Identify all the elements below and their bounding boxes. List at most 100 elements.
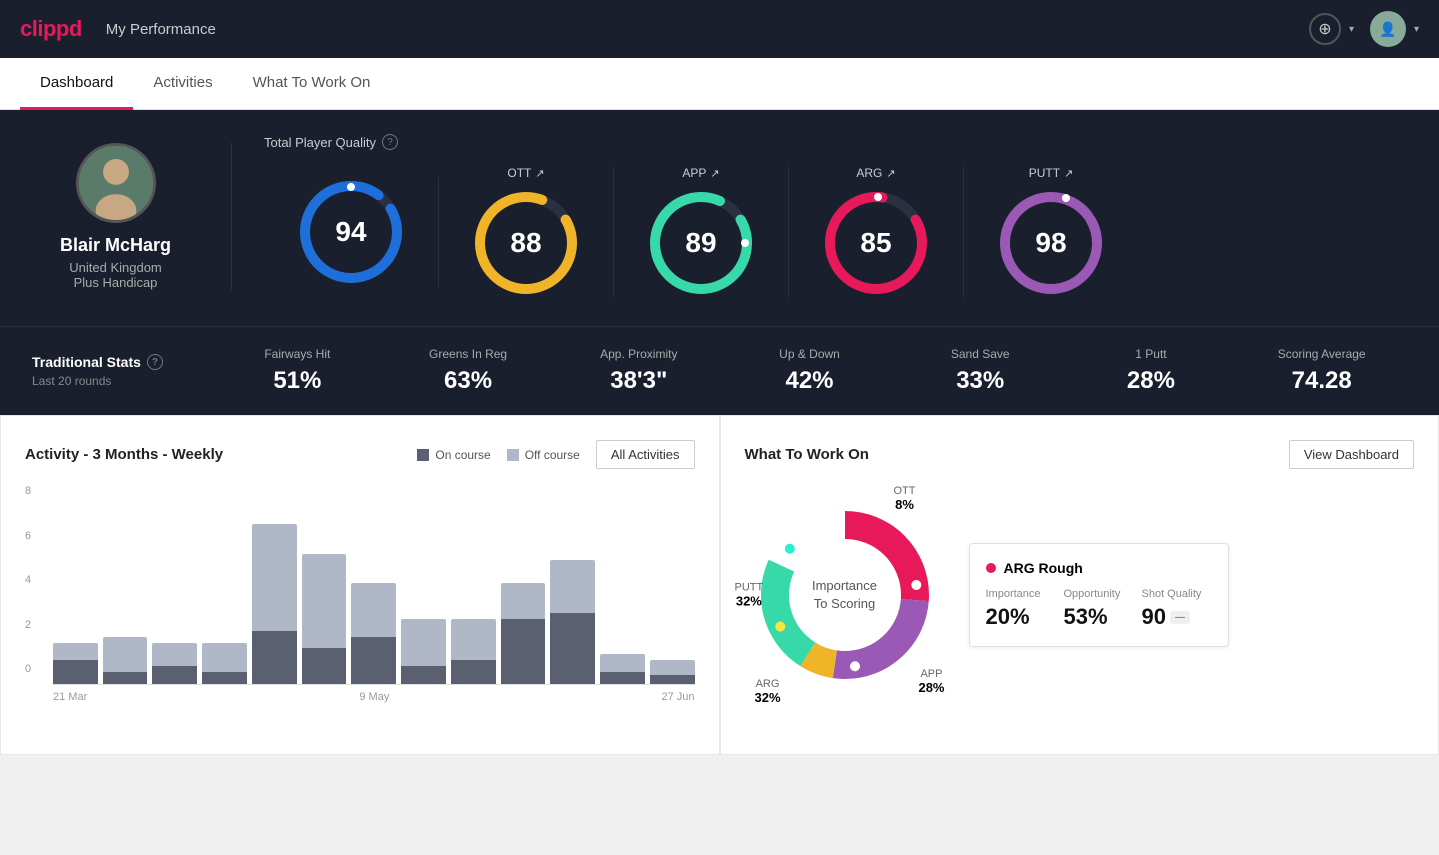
bar-group: [351, 485, 396, 684]
putt-ring-container: 98: [996, 188, 1106, 298]
tpq-label: Total Player Quality ?: [264, 134, 1407, 150]
on-course-bar: [550, 613, 595, 684]
main-ring: 94: [264, 177, 439, 287]
avatar-placeholder: 👤: [1379, 21, 1396, 38]
header: clippd My Performance ⊕ ▾ 👤 ▾: [0, 0, 1439, 58]
on-course-label: On course: [435, 448, 490, 462]
stat-1putt-label: 1 Putt: [1066, 347, 1237, 361]
bar-group: [252, 485, 297, 684]
bar-group: [152, 485, 197, 684]
off-course-bar: [550, 560, 595, 613]
donut-chart-area: ImportanceTo Scoring OTT 8% APP 28% ARG …: [745, 485, 945, 705]
player-handicap: Plus Handicap: [74, 275, 158, 290]
activity-legend: On course Off course: [417, 448, 580, 462]
work-on-title: What To Work On: [745, 446, 869, 463]
stat-fairways: Fairways Hit 51%: [212, 347, 383, 395]
add-chevron: ▾: [1349, 24, 1354, 35]
off-course-bar: [600, 654, 645, 672]
tab-dashboard[interactable]: Dashboard: [20, 58, 133, 110]
all-activities-button[interactable]: All Activities: [596, 440, 695, 469]
off-course-bar: [252, 524, 297, 631]
bar-group: [401, 485, 446, 684]
player-info: Blair McHarg United Kingdom Plus Handica…: [32, 143, 232, 290]
off-course-bar: [53, 643, 98, 661]
player-name: Blair McHarg: [60, 235, 171, 256]
off-course-dot: [507, 449, 519, 461]
header-right: ⊕ ▾ 👤 ▾: [1309, 11, 1419, 47]
ott-arrow: ↗: [535, 167, 544, 180]
on-course-bar: [302, 648, 347, 684]
y6: 6: [25, 530, 45, 542]
bar-group: [202, 485, 247, 684]
on-course-bar: [202, 672, 247, 684]
work-card-title: ARG Rough: [986, 560, 1212, 576]
bar-group: [302, 485, 347, 684]
add-button-group[interactable]: ⊕ ▾: [1309, 13, 1354, 45]
tpq-help-icon[interactable]: ?: [382, 134, 398, 150]
ott-ring-container: 88: [471, 188, 581, 298]
avatar[interactable]: 👤: [1370, 11, 1406, 47]
tab-what-to-work-on[interactable]: What To Work On: [233, 58, 391, 110]
off-course-bar: [401, 619, 446, 666]
bar-group: [451, 485, 496, 684]
y-axis: 0 2 4 6 8: [25, 485, 45, 685]
shotquality-badge: —: [1170, 611, 1190, 624]
stat-scoring: Scoring Average 74.28: [1236, 347, 1407, 395]
stat-sandsave-label: Sand Save: [895, 347, 1066, 361]
bar-group: [501, 485, 546, 684]
work-on-card: ARG Rough Importance 20% Opportunity 53%…: [969, 543, 1229, 647]
stat-sandsave: Sand Save 33%: [895, 347, 1066, 395]
off-course-bar: [202, 643, 247, 673]
stat-updown-value: 42%: [724, 367, 895, 395]
rings-row: 94 OTT ↗ 88 APP: [264, 166, 1407, 298]
tab-activities[interactable]: Activities: [133, 58, 232, 110]
work-stat-importance: Importance 20%: [986, 588, 1056, 630]
work-card-stats: Importance 20% Opportunity 53% Shot Qual…: [986, 588, 1212, 630]
activity-controls: On course Off course All Activities: [417, 440, 694, 469]
legend-on-course: On course: [417, 448, 490, 462]
bar-chart: 0 2 4 6 8 21 Mar 9 May 27 Jun: [25, 485, 695, 705]
main-ring-container: 94: [296, 177, 406, 287]
y2: 2: [25, 619, 45, 631]
opportunity-value: 53%: [1064, 604, 1134, 630]
stat-greens: Greens In Reg 63%: [383, 347, 554, 395]
avatar-group[interactable]: 👤 ▾: [1370, 11, 1419, 47]
trad-subtitle: Last 20 rounds: [32, 374, 212, 388]
app-label: APP ↗: [682, 166, 719, 180]
stat-proximity: App. Proximity 38'3": [553, 347, 724, 395]
arg-arrow: ↗: [886, 167, 895, 180]
off-course-label: Off course: [525, 448, 580, 462]
tabs-bar: Dashboard Activities What To Work On: [0, 58, 1439, 110]
header-title: My Performance: [106, 21, 216, 38]
shotquality-label: Shot Quality: [1142, 588, 1212, 600]
x-label-mar: 21 Mar: [53, 691, 87, 703]
donut-svg: [745, 495, 945, 695]
on-course-bar: [401, 666, 446, 684]
trad-help-icon[interactable]: ?: [147, 354, 163, 370]
x-label-may: 9 May: [359, 691, 389, 703]
view-dashboard-button[interactable]: View Dashboard: [1289, 440, 1414, 469]
opportunity-label: Opportunity: [1064, 588, 1134, 600]
arg-segment-label: ARG 32%: [755, 678, 781, 705]
stat-1putt-value: 28%: [1066, 367, 1237, 395]
on-course-bar: [152, 666, 197, 684]
add-button[interactable]: ⊕: [1309, 13, 1341, 45]
stat-1putt: 1 Putt 28%: [1066, 347, 1237, 395]
off-course-bar: [650, 660, 695, 674]
putt-score: 98: [1035, 227, 1066, 259]
off-course-bar: [451, 619, 496, 660]
on-course-bar: [252, 631, 297, 684]
chart-with-yaxis: 0 2 4 6 8: [25, 485, 695, 685]
bar-group: [650, 485, 695, 684]
importance-label: Importance: [986, 588, 1056, 600]
off-course-bar: [501, 583, 546, 619]
logo: clippd: [20, 16, 82, 42]
on-course-bar: [650, 675, 695, 684]
stat-greens-label: Greens In Reg: [383, 347, 554, 361]
work-on-content: ImportanceTo Scoring OTT 8% APP 28% ARG …: [745, 485, 1415, 705]
putt-ring: PUTT ↗ 98: [964, 166, 1138, 298]
putt-label: PUTT ↗: [1029, 166, 1074, 180]
y0: 0: [25, 663, 45, 675]
stat-scoring-value: 74.28: [1236, 367, 1407, 395]
bar-group: [103, 485, 148, 684]
